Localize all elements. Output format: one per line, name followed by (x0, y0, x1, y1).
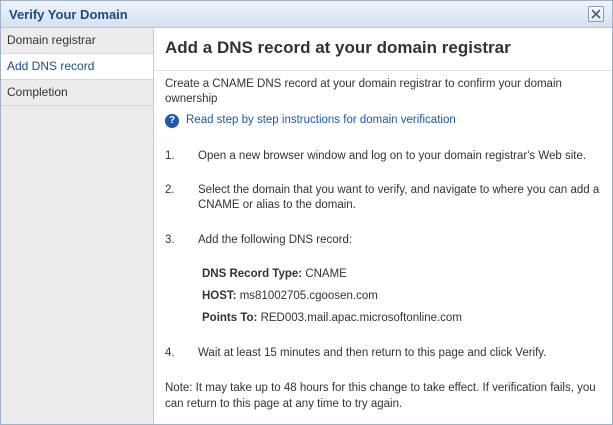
close-icon (591, 9, 601, 19)
intro-text: Create a CNAME DNS record at your domain… (165, 78, 562, 105)
sidebar: Domain registrar Add DNS record Completi… (1, 28, 154, 424)
step-number: 4. (165, 347, 175, 359)
sidebar-item-add-dns-record[interactable]: Add DNS record (1, 54, 153, 80)
step-3: 3. Add the following DNS record: (165, 233, 605, 248)
step-4: 4. Wait at least 15 minutes and then ret… (165, 346, 605, 361)
dns-points-to: Points To: RED003.mail.apac.microsoftonl… (165, 311, 605, 326)
points-to-value: RED003.mail.apac.microsoftonline.com (260, 312, 462, 324)
help-link-label[interactable]: Read step by step instructions for domai… (186, 113, 456, 128)
record-type-label: DNS Record Type: (202, 268, 303, 280)
host-value: ms81002705.cgoosen.com (239, 290, 378, 302)
sidebar-item-domain-registrar[interactable]: Domain registrar (1, 28, 153, 54)
main-content: Add a DNS record at your domain registra… (154, 28, 612, 424)
page-title: Add a DNS record at your domain registra… (165, 38, 511, 57)
help-link[interactable]: ? Read step by step instructions for dom… (165, 113, 605, 128)
content-body: Create a CNAME DNS record at your domain… (165, 75, 605, 412)
step-number: 1. (165, 150, 175, 162)
record-type-value: CNAME (305, 268, 347, 280)
sidebar-item-completion[interactable]: Completion (1, 80, 153, 106)
verify-domain-dialog: Verify Your Domain Domain registrar Add … (0, 0, 613, 425)
step-text: Add the following DNS record: (198, 234, 353, 246)
close-button[interactable] (588, 6, 604, 22)
heading-bar: Add a DNS record at your domain registra… (154, 28, 612, 71)
title-bar: Verify Your Domain (1, 1, 612, 28)
step-number: 2. (165, 184, 175, 196)
points-to-label: Points To: (202, 312, 258, 324)
step-1: 1. Open a new browser window and log on … (165, 149, 605, 164)
help-icon: ? (165, 113, 179, 128)
host-label: HOST: (202, 290, 237, 302)
dialog-title: Verify Your Domain (9, 7, 128, 22)
note-text: Note: It may take up to 48 hours for thi… (165, 382, 596, 410)
step-text: Open a new browser window and log on to … (198, 150, 587, 162)
step-number: 3. (165, 234, 175, 246)
dns-record-type: DNS Record Type: CNAME (165, 267, 605, 282)
step-2: 2. Select the domain that you want to ve… (165, 183, 605, 213)
dns-host: HOST: ms81002705.cgoosen.com (165, 289, 605, 304)
step-text: Wait at least 15 minutes and then return… (198, 347, 547, 359)
step-text: Select the domain that you want to verif… (198, 184, 600, 211)
